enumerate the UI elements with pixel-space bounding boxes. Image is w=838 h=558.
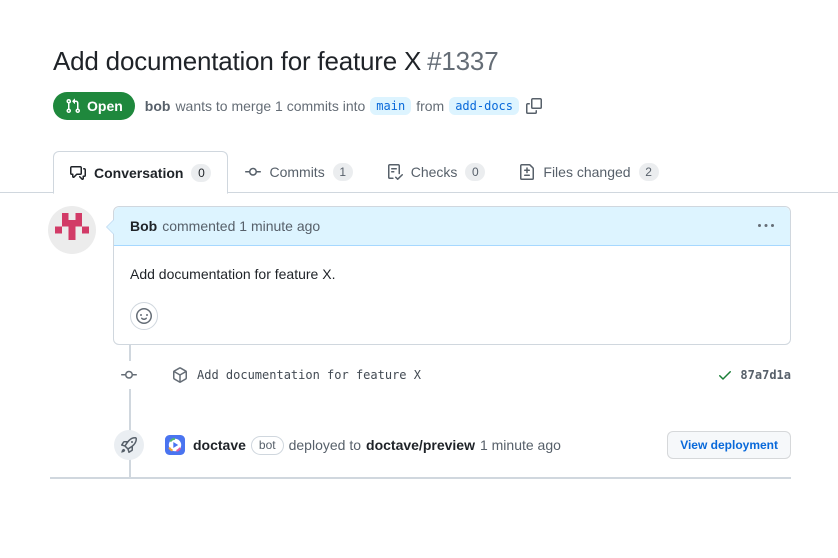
pr-timeline: Bob commented 1 minute ago Add documenta… [50,206,791,479]
git-commit-timeline-icon [121,361,137,389]
tab-conversation[interactable]: Conversation 0 [53,151,228,194]
head-branch-label[interactable]: add-docs [449,97,519,115]
comment: Bob commented 1 minute ago Add documenta… [113,206,791,345]
commit-message-link[interactable]: Add documentation for feature X [197,368,421,382]
page-title: Add documentation for feature X#1337 [50,0,791,78]
deployment-environment: doctave/preview [366,437,475,453]
tab-conversation-label: Conversation [94,165,183,181]
commit-status: 87a7d1a [717,367,791,383]
view-deployment-button[interactable]: View deployment [667,431,791,459]
commit-sha-link[interactable]: 87a7d1a [740,368,791,382]
from-text: from [416,98,444,114]
tab-checks-label: Checks [411,164,458,180]
identicon-pattern [55,213,89,247]
tab-commits[interactable]: Commits 1 [228,151,369,193]
bot-badge: bot [251,436,284,455]
add-reaction-button[interactable] [130,302,158,330]
pr-page: Add documentation for feature X#1337 Ope… [50,0,791,479]
merge-summary-text: wants to merge 1 commits into [175,98,365,114]
timeline-bottom-divider [50,477,791,479]
check-icon[interactable] [717,367,733,383]
comment-discussion-icon [70,165,86,181]
comment-timestamp[interactable]: 1 minute ago [239,218,320,234]
deployment-app-name[interactable]: doctave [193,437,246,453]
tab-files-changed[interactable]: Files changed 2 [502,151,675,193]
tab-commits-label: Commits [269,164,324,180]
rocket-icon [114,430,144,460]
tab-files-changed-count: 2 [639,163,659,181]
pr-title-text: Add documentation for feature X [53,46,421,76]
doctave-app-avatar[interactable] [165,435,185,455]
status-badge: Open [53,92,135,120]
checklist-icon [387,164,403,180]
pr-number: #1337 [427,46,498,76]
copy-icon [526,98,542,114]
tab-conversation-count: 0 [191,164,211,182]
file-diff-icon [519,164,535,180]
avatar[interactable] [48,206,96,254]
author-link[interactable]: bob [145,98,171,114]
smiley-icon [136,308,152,324]
tab-checks-count: 0 [465,163,485,181]
comment-action: commented [162,218,235,234]
git-commit-icon [245,164,261,180]
pr-meta-row: Open bob wants to merge 1 commits into m… [50,92,791,120]
pr-tab-nav: Conversation 0 Commits 1 Checks 0 Files … [50,151,791,193]
deployment-action: deployed to [289,437,361,453]
package-icon [172,367,188,383]
tab-files-changed-label: Files changed [543,164,630,180]
commit-row: Add documentation for feature X 87a7d1a [50,359,791,391]
comment-header: Bob commented 1 minute ago [114,207,790,246]
kebab-horizontal-icon [758,218,774,234]
comment-options-button[interactable] [758,218,774,234]
comment-body: Add documentation for feature X. [114,246,790,344]
deployment-text: doctave bot deployed to doctave/preview … [193,436,561,455]
git-pull-request-icon [65,98,81,114]
copy-branch-button[interactable] [526,98,542,114]
tab-commits-count: 1 [333,163,353,181]
base-branch-label[interactable]: main [370,97,411,115]
deployment-row: doctave bot deployed to doctave/preview … [50,430,791,460]
comment-author[interactable]: Bob [130,218,157,234]
deployment-timestamp: 1 minute ago [480,437,561,453]
tab-checks[interactable]: Checks 0 [370,151,503,193]
status-badge-label: Open [87,98,123,114]
comment-text: Add documentation for feature X. [130,264,774,284]
